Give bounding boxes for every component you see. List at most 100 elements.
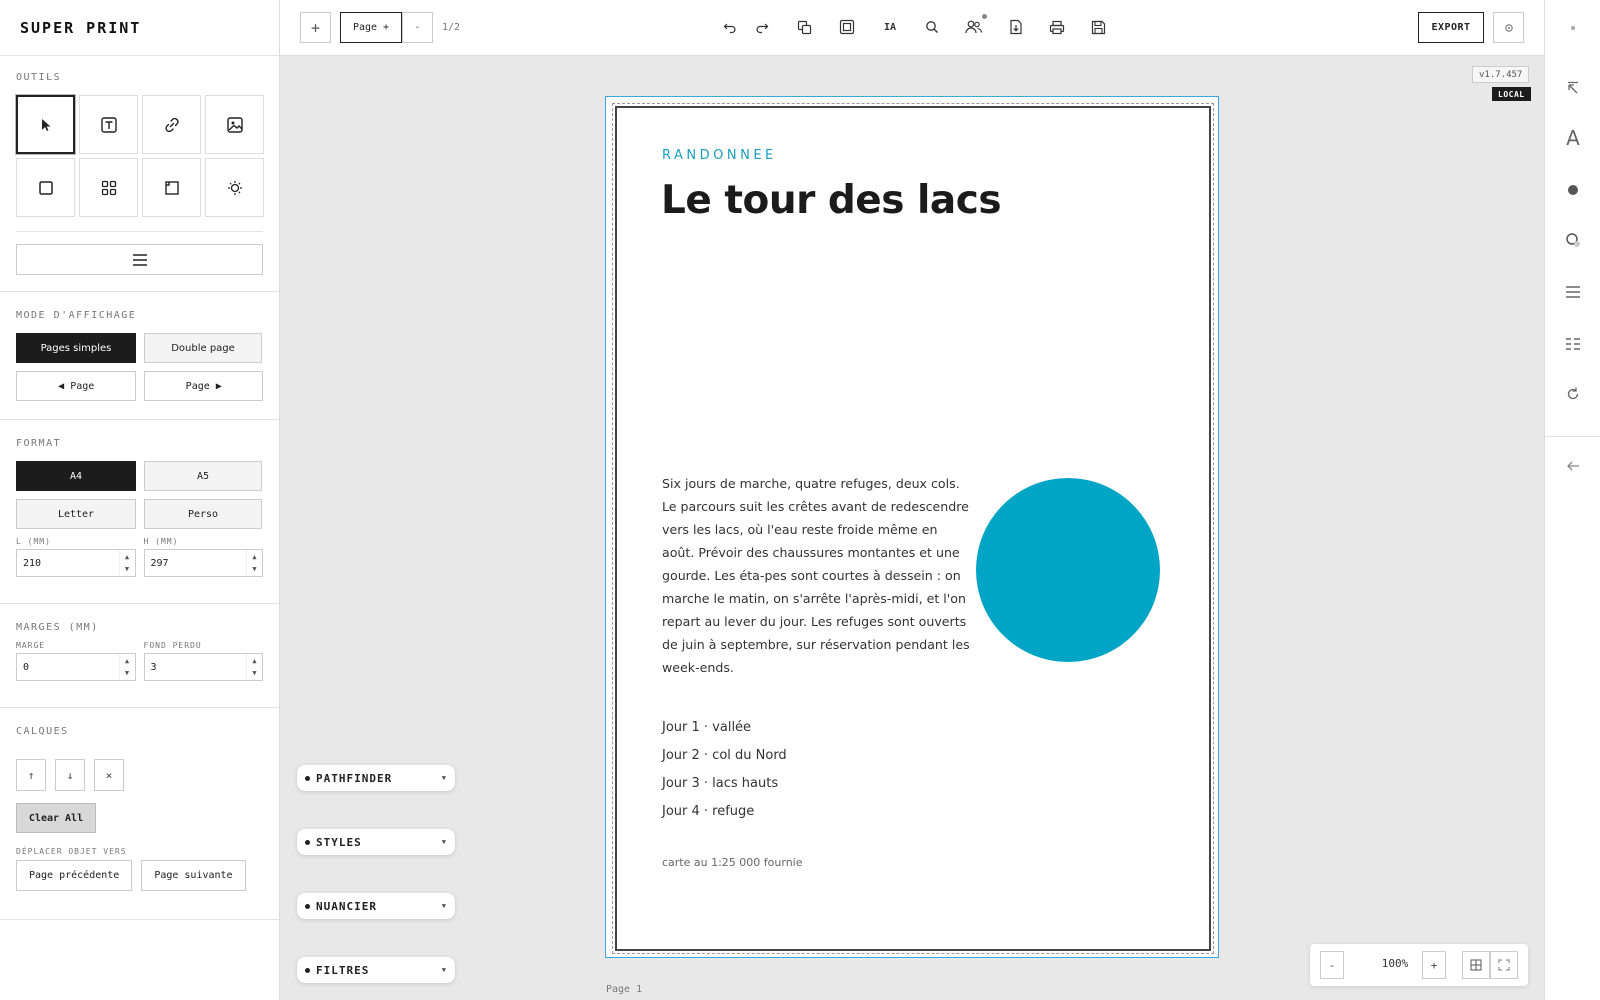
users-icon <box>965 20 983 34</box>
layers-title: CALQUES <box>16 726 69 737</box>
text-box-icon <box>100 116 117 133</box>
fill-button[interactable] <box>1561 178 1585 202</box>
bleed-stepper[interactable]: ▲ ▼ <box>246 654 262 680</box>
light-tool[interactable] <box>205 158 264 217</box>
select-tool[interactable] <box>16 95 75 154</box>
page-headline[interactable]: Le tour des lacs <box>661 178 1002 223</box>
move-next-page-button[interactable]: Page suivante <box>141 860 246 891</box>
fit-page-button[interactable] <box>1462 951 1490 979</box>
fullscreen-icon <box>1498 959 1510 971</box>
format-a4-button[interactable]: A4 <box>16 461 136 491</box>
width-stepper[interactable]: ▲ ▼ <box>118 550 135 576</box>
margin-labels: MARGE FOND PERDU <box>16 641 263 650</box>
group-icon <box>839 19 855 35</box>
file-download-icon <box>1010 19 1022 35</box>
height-field[interactable]: 297 ▲ ▼ <box>143 549 263 577</box>
collapse-top-button[interactable] <box>1561 76 1585 100</box>
typography-button[interactable]: A <box>1561 126 1585 150</box>
layer-up-button[interactable]: ↑ <box>16 759 46 791</box>
double-page-button[interactable]: Double page <box>144 333 262 363</box>
zoom-in-button[interactable]: + <box>1422 951 1446 979</box>
rectangle-tool[interactable] <box>16 158 75 217</box>
styles-label: STYLES <box>316 835 362 849</box>
collaborators-button[interactable] <box>963 14 987 38</box>
page-body-text[interactable]: Six jours de marche, quatre refuges, deu… <box>662 472 970 679</box>
add-page-button[interactable]: Page + <box>340 12 402 43</box>
image-tool[interactable] <box>205 95 264 154</box>
page-kicker[interactable]: RANDONNEE <box>662 148 777 163</box>
layers-section: CALQUES ↑ ↓ × Clear All DÉPLACER OBJET V… <box>0 708 279 920</box>
map-note[interactable]: carte au 1:25 000 fournie <box>662 856 803 869</box>
gear-icon <box>1504 23 1513 32</box>
settings-button[interactable] <box>1493 12 1524 43</box>
filters-panel-toggle[interactable]: FILTRES ▼ <box>297 957 455 983</box>
page-label: Page 1 <box>606 984 643 995</box>
chevron-down-icon: ▼ <box>441 966 447 974</box>
prev-page-button[interactable]: ◀ Page <box>16 371 137 401</box>
list-icon <box>1566 338 1580 350</box>
move-object-buttons: Page précédente Page suivante <box>16 860 263 891</box>
page-counter: 1/2 <box>442 22 461 33</box>
align-button[interactable] <box>1561 280 1585 304</box>
move-object-label: DÉPLACER OBJET VERS <box>16 847 127 856</box>
remove-page-button[interactable]: - <box>402 12 433 43</box>
tools-title: OUTILS <box>16 72 62 83</box>
width-field[interactable]: 210 ▲ ▼ <box>16 549 136 577</box>
import-button[interactable] <box>1005 16 1027 38</box>
undo-button[interactable] <box>719 16 741 38</box>
redo-button[interactable] <box>751 16 773 38</box>
list-button[interactable] <box>1561 332 1585 356</box>
bleed-field[interactable]: 3 ▲ ▼ <box>143 653 263 681</box>
height-value: 297 <box>150 557 169 569</box>
clear-all-button[interactable]: Clear All <box>16 803 96 833</box>
format-row-2: Letter Perso <box>16 499 263 529</box>
rail-dot-button[interactable] <box>1561 16 1585 40</box>
menu-button[interactable] <box>16 244 263 275</box>
height-stepper[interactable]: ▲ ▼ <box>246 550 262 576</box>
swatches-panel-toggle[interactable]: NUANCIER ▼ <box>297 893 455 919</box>
fullscreen-button[interactable] <box>1490 951 1518 979</box>
layer-delete-button[interactable]: × <box>94 759 124 791</box>
save-button[interactable] <box>1087 16 1109 38</box>
margin-value: 0 <box>23 661 30 673</box>
rectangle-icon <box>38 180 53 195</box>
select-icon <box>41 118 50 131</box>
itinerary-item: Jour 4 · refuge <box>662 804 755 819</box>
zoom-out-button[interactable]: - <box>1320 951 1344 979</box>
search-button[interactable] <box>921 16 943 38</box>
image-icon <box>226 116 243 133</box>
format-a5-button[interactable]: A5 <box>144 461 262 491</box>
styles-panel-toggle[interactable]: STYLES ▼ <box>297 829 455 855</box>
format-section: FORMAT A4 A5 Letter Perso L (MM) H (MM) … <box>0 420 279 604</box>
next-page-button[interactable]: Page ▶ <box>144 371 263 401</box>
format-letter-button[interactable]: Letter <box>16 499 136 529</box>
single-pages-button[interactable]: Pages simples <box>16 333 136 363</box>
grid-tool[interactable] <box>79 158 138 217</box>
text-tool[interactable] <box>79 95 138 154</box>
zoom-controls: - 100% + <box>1310 944 1528 986</box>
arrow-up-left-icon <box>1568 81 1578 94</box>
zoom-level: 100% <box>1381 957 1409 970</box>
layer-down-button[interactable]: ↓ <box>55 759 85 791</box>
add-button[interactable]: + <box>300 12 331 43</box>
save-icon <box>1091 20 1105 34</box>
margin-stepper[interactable]: ▲ ▼ <box>118 654 135 680</box>
link-tool[interactable] <box>142 95 201 154</box>
group-button[interactable] <box>836 16 858 38</box>
export-button[interactable]: EXPORT <box>1418 12 1484 43</box>
collapse-rail-button[interactable] <box>1561 454 1585 478</box>
move-prev-page-button[interactable]: Page précédente <box>16 860 133 891</box>
print-button[interactable] <box>1046 16 1068 38</box>
stroke-button[interactable] <box>1561 228 1585 252</box>
duplicate-button[interactable] <box>793 16 815 38</box>
margin-field[interactable]: 0 ▲ ▼ <box>16 653 136 681</box>
pathfinder-panel-toggle[interactable]: PATHFINDER ▼ <box>297 765 455 791</box>
stroke-circle-icon <box>1566 233 1580 247</box>
itinerary-list[interactable]: Jour 1 · vallée Jour 2 · col du Nord Jou… <box>662 714 787 826</box>
refresh-button[interactable] <box>1561 382 1585 406</box>
format-row-1: A4 A5 <box>16 461 263 491</box>
format-custom-button[interactable]: Perso <box>144 499 262 529</box>
ai-button[interactable]: IA <box>879 16 901 38</box>
frame-tool[interactable] <box>142 158 201 217</box>
accent-circle-shape[interactable] <box>976 478 1160 662</box>
